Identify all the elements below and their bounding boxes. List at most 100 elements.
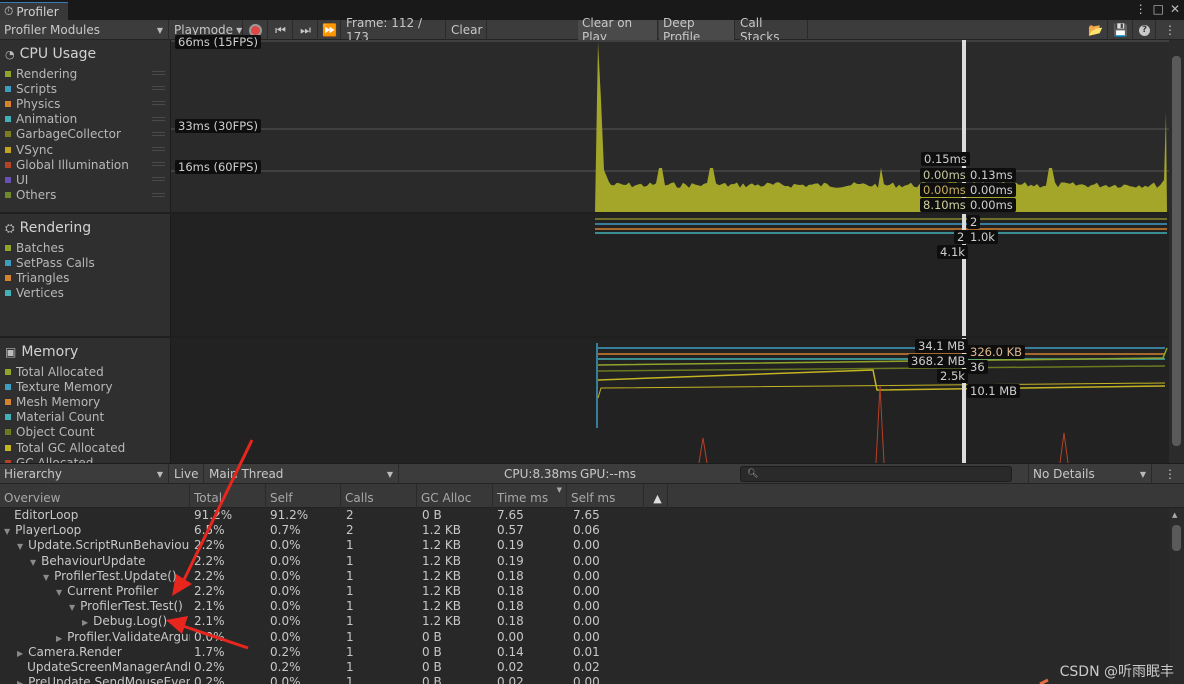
cpu-usage-chart[interactable]: 66ms (15FPS) 33ms (30FPS) 16ms (60FPS) 0… <box>171 35 1169 212</box>
column-gc-alloc[interactable]: GC Alloc <box>417 484 493 508</box>
live-toggle[interactable]: Live <box>170 464 204 484</box>
legend-item[interactable]: UI <box>0 172 171 187</box>
clear-button[interactable]: Clear <box>447 20 487 40</box>
hierarchy-more-button[interactable]: ⋮ <box>1160 464 1180 484</box>
expanded-arrow-icon[interactable]: ▼ <box>17 542 23 551</box>
drag-handle-icon[interactable] <box>152 86 165 91</box>
current-frame-button[interactable]: ⏩ <box>319 20 341 40</box>
legend-item[interactable]: Total Allocated <box>0 364 171 379</box>
expanded-arrow-icon[interactable]: ▼ <box>56 588 62 597</box>
view-type-dropdown[interactable]: Hierarchy ▼ <box>0 464 169 484</box>
details-dropdown[interactable]: No Details ▼ <box>1028 464 1152 484</box>
legend-item[interactable]: Batches <box>0 240 171 255</box>
thread-dropdown[interactable]: Main Thread ▼ <box>205 464 399 484</box>
row-label: BehaviourUpdate <box>41 553 146 568</box>
table-row[interactable]: ▼ ProfilerTest.Test() 2.1% 0.0% 1 1.2 KB 0.18 0… <box>0 599 1169 614</box>
drag-handle-icon[interactable] <box>152 71 165 75</box>
rendering-chart-svg <box>595 214 1167 336</box>
drag-handle-icon[interactable] <box>152 116 165 121</box>
profiler-tab[interactable]: ⏱ Profiler <box>0 2 68 20</box>
legend-item[interactable]: Scripts <box>0 81 171 96</box>
row-label: Update.ScriptRunBehaviourUpdate <box>28 538 190 553</box>
legend-item[interactable]: Others <box>0 188 171 203</box>
first-frame-button[interactable]: ⏮ <box>269 20 293 40</box>
table-row[interactable]: ▶ Debug.Log() 2.1% 0.0% 1 1.2 KB 0.18 0.00 <box>0 614 1169 629</box>
window-more-icon[interactable]: ⋮ <box>1135 2 1147 16</box>
legend-item[interactable]: Physics <box>0 96 171 111</box>
hierarchy-scrollbar[interactable]: ▲ <box>1169 508 1184 684</box>
drag-handle-icon[interactable] <box>152 146 165 151</box>
legend-item[interactable]: Total GC Allocated <box>0 440 171 455</box>
column-total[interactable]: Total <box>190 484 266 508</box>
legend-item[interactable]: SetPass Calls <box>0 255 171 270</box>
deep-profile-toggle[interactable]: Deep Profile <box>659 16 735 44</box>
collapsed-arrow-icon[interactable]: ▶ <box>17 679 23 684</box>
drag-handle-icon[interactable] <box>152 192 165 197</box>
close-icon[interactable]: ✕ <box>1170 2 1180 16</box>
legend-item[interactable]: Texture Memory <box>0 379 171 394</box>
rendering-chart[interactable]: 2 2 1.0k 4.1k <box>171 214 1169 336</box>
drag-handle-icon[interactable] <box>152 177 165 182</box>
save-button[interactable]: 💾 <box>1109 20 1133 40</box>
table-row[interactable]: ▼ Current Profiler 2.2% 0.0% 1 1.2 KB 0.18 0.00 <box>0 584 1169 599</box>
expanded-arrow-icon[interactable]: ▼ <box>4 527 10 536</box>
scrollbar-thumb[interactable] <box>1172 525 1181 551</box>
clear-on-play-toggle[interactable]: Clear on Play <box>578 16 658 44</box>
table-row[interactable]: EditorLoop 91.2% 91.2% 2 0 B 7.65 7.65 <box>0 508 1169 523</box>
drag-handle-icon[interactable] <box>152 131 165 136</box>
maximize-icon[interactable]: □ <box>1153 2 1164 16</box>
legend-item[interactable]: GarbageCollector <box>0 127 171 142</box>
cell-calls: 1 <box>346 629 354 644</box>
collapsed-arrow-icon[interactable]: ▶ <box>17 649 23 658</box>
cell-total: 1.7% <box>194 644 225 659</box>
cell-time: 0.18 <box>497 584 524 598</box>
help-button[interactable]: ? <box>1134 20 1156 40</box>
legend-item[interactable]: Triangles <box>0 270 171 285</box>
cell-time: 7.65 <box>497 508 524 522</box>
expanded-arrow-icon[interactable]: ▼ <box>30 558 36 567</box>
legend-item[interactable]: Animation <box>0 112 171 127</box>
legend-item[interactable]: Material Count <box>0 410 171 425</box>
legend-item[interactable]: VSync <box>0 142 171 157</box>
table-row[interactable]: ▼ ProfilerTest.Update() 2.2% 0.0% 1 1.2 KB 0.1… <box>0 569 1169 584</box>
column-calls[interactable]: Calls <box>341 484 417 508</box>
collapsed-arrow-icon[interactable]: ▶ <box>82 618 88 627</box>
profiler-modules-dropdown[interactable]: Profiler Modules ▼ <box>0 20 169 40</box>
table-row[interactable]: ▼ BehaviourUpdate 2.2% 0.0% 1 1.2 KB 0.19 0.00 <box>0 554 1169 569</box>
table-row[interactable]: UpdateScreenManagerAndInput 0.2% 0.2% 1 0 B 0… <box>0 660 1169 675</box>
drag-handle-icon[interactable] <box>152 101 165 106</box>
legend-item[interactable]: Vertices <box>0 286 171 301</box>
scrollbar-thumb[interactable] <box>1172 56 1181 446</box>
column-overview[interactable]: Overview <box>0 484 190 508</box>
expanded-arrow-icon[interactable]: ▼ <box>69 603 75 612</box>
column-self-ms[interactable]: Self ms <box>567 484 644 508</box>
legend-item[interactable]: Mesh Memory <box>0 394 171 409</box>
load-button[interactable]: 📂 <box>1084 20 1108 40</box>
cell-time: 0.02 <box>497 660 524 674</box>
drag-handle-icon[interactable] <box>152 162 165 167</box>
legend-item[interactable]: Global Illumination <box>0 157 171 172</box>
legend-item[interactable]: Object Count <box>0 425 171 440</box>
modules-scrollbar[interactable] <box>1169 40 1184 463</box>
scroll-up-icon[interactable]: ▲ <box>1172 511 1177 519</box>
column-time-ms[interactable]: Time ms ▼ <box>493 484 567 508</box>
collapsed-arrow-icon[interactable]: ▶ <box>56 634 62 643</box>
warning-column-button[interactable]: ▲ <box>644 484 668 508</box>
cell-selfms: 0.00 <box>573 538 600 553</box>
module-rendering[interactable]: ⛭ Rendering Batches SetPass Calls Triangle… <box>0 216 171 301</box>
legend-item[interactable]: Rendering <box>0 66 171 81</box>
column-self[interactable]: Self <box>266 484 341 508</box>
next-frame-button[interactable]: ⏭ <box>294 20 318 40</box>
module-cpu-usage[interactable]: ◔ CPU Usage Rendering Scripts Physics Anima… <box>0 42 171 203</box>
table-row[interactable]: ▼ Update.ScriptRunBehaviourUpdate 2.2% 0.0%… <box>0 538 1169 553</box>
hierarchy-search-input[interactable]: 🔍︎ <box>740 466 1012 482</box>
call-stacks-toggle[interactable]: Call Stacks <box>736 16 808 44</box>
toolbar-more-button[interactable]: ⋮ <box>1160 20 1180 40</box>
expanded-arrow-icon[interactable]: ▼ <box>43 573 49 582</box>
module-memory[interactable]: ▣ Memory Total Allocated Texture Memory Me… <box>0 340 171 470</box>
table-row[interactable]: ▶ Profiler.ValidateArguments 0.0% 0.0% 1 0 B 0… <box>0 630 1169 645</box>
table-row[interactable]: ▶ Camera.Render 1.7% 0.2% 1 0 B 0.14 0.01 <box>0 645 1169 660</box>
memory-chart[interactable]: 34.1 MB 326.0 KB 368.2 MB 36 2.5k 10.1 M… <box>171 338 1169 463</box>
table-row[interactable]: ▶ PreUpdate.SendMouseEvents 0.2% 0.0% 1 0 B 0.… <box>0 675 1169 684</box>
table-row[interactable]: ▼ PlayerLoop 6.5% 0.7% 2 1.2 KB 0.57 0.06 <box>0 523 1169 538</box>
